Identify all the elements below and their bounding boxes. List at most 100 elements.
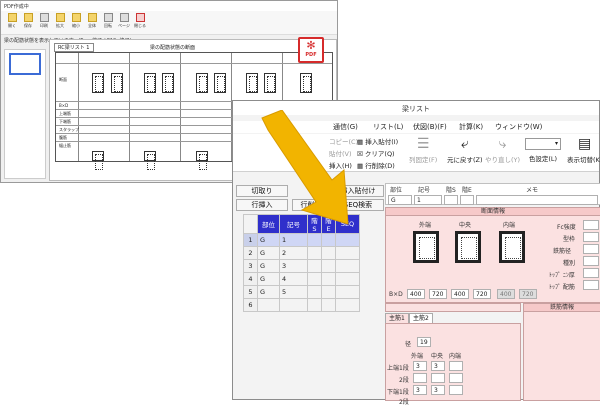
table-row[interactable]: 6 bbox=[243, 298, 360, 312]
rebar-count-field[interactable] bbox=[449, 385, 463, 395]
zoom-out-icon bbox=[71, 13, 81, 22]
row-label-section: 断面 bbox=[59, 77, 67, 82]
clear-button[interactable]: ☒ クリア(Q) bbox=[357, 148, 395, 158]
folder-icon bbox=[7, 13, 17, 22]
symbol-field[interactable]: 1 bbox=[414, 195, 442, 205]
rebar-row-sub: 2段 bbox=[399, 399, 409, 406]
rebar-count-field[interactable]: 3 bbox=[431, 361, 445, 371]
save-tool[interactable]: 保存 bbox=[21, 13, 35, 29]
beam-section-outer[interactable] bbox=[413, 231, 439, 263]
fix-columns-button[interactable]: ☰ 列固定(F) bbox=[409, 136, 437, 164]
pdf-icon: ✻ bbox=[306, 39, 316, 52]
rebar-count-field[interactable]: 3 bbox=[413, 361, 427, 371]
section-drawing bbox=[144, 151, 156, 170]
page-thumbnail[interactable] bbox=[9, 53, 41, 75]
formwork-field[interactable] bbox=[583, 232, 599, 242]
rebar-count-field[interactable] bbox=[449, 373, 463, 383]
section-drawing bbox=[162, 73, 174, 93]
rebar-info-panel bbox=[523, 303, 600, 401]
chevron-down-icon: ▾ bbox=[525, 138, 561, 150]
table-row[interactable]: 5 G 5 bbox=[243, 285, 360, 299]
fit-tool[interactable]: 全体 bbox=[85, 13, 99, 29]
menu-item-calc[interactable]: 計算(K) bbox=[459, 122, 483, 132]
section-drawing bbox=[92, 151, 104, 170]
section-drawing bbox=[92, 73, 104, 93]
save-icon bbox=[23, 13, 33, 22]
page-icon bbox=[119, 13, 129, 22]
rebar-count-field[interactable] bbox=[449, 361, 463, 371]
open-tool[interactable]: 開く bbox=[5, 13, 19, 29]
fix-columns-icon: ☰ bbox=[416, 136, 430, 152]
diameter-label: 径 bbox=[405, 341, 412, 348]
concrete-strength-label: Fc強度 bbox=[557, 224, 576, 231]
section-info-title: 断面情報 bbox=[385, 207, 600, 216]
zoom-out-tool[interactable]: 縮小 bbox=[69, 13, 83, 29]
rebar-row-label: 上端 bbox=[387, 365, 400, 372]
color-settings-button[interactable]: ▾ 色設定(L) bbox=[525, 138, 561, 163]
section-col-outer: 外端 bbox=[419, 222, 432, 229]
pdf-export-badge[interactable]: ✻ PDF bbox=[298, 37, 324, 63]
depth-inner-field[interactable]: 720 bbox=[519, 289, 537, 299]
row-label-web: 腹筋 bbox=[59, 135, 67, 140]
insert-paste-button[interactable]: ▦ 挿入貼付(I) bbox=[357, 136, 398, 146]
table-row[interactable]: 4 G 4 bbox=[243, 272, 360, 286]
floor-start-field[interactable] bbox=[444, 195, 458, 205]
section-drawing bbox=[111, 73, 123, 93]
print-tool[interactable]: 印刷 bbox=[37, 13, 51, 29]
menu-item-list[interactable]: リスト(L) bbox=[373, 122, 403, 132]
menu-item-window[interactable]: ウィンドウ(W) bbox=[495, 122, 542, 132]
yellow-arrow-icon bbox=[261, 110, 349, 225]
close-tool[interactable]: 閉じる bbox=[133, 13, 147, 29]
delete-row-button[interactable]: ▦ 行削除(D) bbox=[357, 160, 395, 170]
type-label: 種別 bbox=[563, 260, 576, 267]
section-col-center: 中央 bbox=[459, 222, 472, 229]
section-drawing bbox=[264, 73, 276, 93]
part-field[interactable]: G bbox=[388, 195, 412, 205]
doc-header: RC梁リスト 1 bbox=[54, 43, 94, 52]
rotate-tool[interactable]: 回転 bbox=[101, 13, 115, 29]
type-field[interactable] bbox=[583, 256, 599, 266]
pdf-window-title: PDF作成中 bbox=[1, 1, 337, 11]
rebar-row-sub: 1段 bbox=[399, 365, 409, 372]
redo-icon: ⤷ bbox=[498, 136, 507, 152]
width-outer-field[interactable]: 400 bbox=[407, 289, 425, 299]
rebar-count-field[interactable] bbox=[413, 373, 427, 383]
page-thumbnail-panel[interactable] bbox=[4, 49, 46, 179]
row-label-bottom: 下端筋 bbox=[59, 119, 71, 124]
width-inner-field[interactable]: 400 bbox=[497, 289, 515, 299]
top-thickness-label: ﾄｯﾌﾟ ﾆﾝ厚 bbox=[549, 272, 575, 279]
beam-header-form: 部位 記号 階S 階E メモ G 1 bbox=[385, 183, 600, 205]
section-col-inner: 内端 bbox=[503, 222, 516, 229]
memo-field[interactable] bbox=[476, 195, 598, 205]
print-icon bbox=[39, 13, 49, 22]
table-row[interactable]: 3 G 3 bbox=[243, 259, 360, 273]
depth-center-field[interactable]: 720 bbox=[473, 289, 491, 299]
section-drawing bbox=[214, 73, 226, 93]
page-tool[interactable]: ページ bbox=[117, 13, 131, 29]
beam-section-inner[interactable] bbox=[499, 231, 525, 263]
rebar-count-field[interactable] bbox=[431, 373, 445, 383]
beam-section-center[interactable] bbox=[455, 231, 481, 263]
rebar-diameter-field[interactable] bbox=[583, 244, 599, 254]
menu-item-floor-plan[interactable]: 伏図(B)(F) bbox=[413, 122, 447, 132]
section-drawing bbox=[196, 73, 208, 93]
zoom-in-tool[interactable]: 拡大 bbox=[53, 13, 67, 29]
diameter-field[interactable]: 19 bbox=[417, 337, 431, 347]
row-label-stirrup: スタラップ bbox=[59, 127, 79, 132]
rebar-count-field[interactable]: 3 bbox=[413, 385, 427, 395]
undo-button[interactable]: ⤶ 元に戻す(Z) bbox=[447, 136, 483, 164]
floor-end-field[interactable] bbox=[460, 195, 474, 205]
concrete-strength-field[interactable] bbox=[583, 220, 599, 230]
undo-icon: ⤶ bbox=[460, 136, 469, 152]
section-drawing bbox=[144, 73, 156, 93]
rebar-diameter-label: 鉄筋径 bbox=[553, 248, 572, 255]
rebar-count-field[interactable]: 3 bbox=[431, 385, 445, 395]
width-center-field[interactable]: 400 bbox=[451, 289, 469, 299]
top-thickness-field[interactable] bbox=[583, 268, 599, 278]
redo-button[interactable]: ⤷ やり直し(Y) bbox=[485, 136, 520, 164]
display-toggle-button[interactable]: ▤ 表示切替(K) bbox=[567, 136, 600, 164]
depth-outer-field[interactable]: 720 bbox=[429, 289, 447, 299]
rebar-col-inner: 内端 bbox=[449, 353, 462, 360]
table-row[interactable]: 2 G 2 bbox=[243, 246, 360, 260]
top-rebar-field[interactable] bbox=[583, 280, 599, 290]
